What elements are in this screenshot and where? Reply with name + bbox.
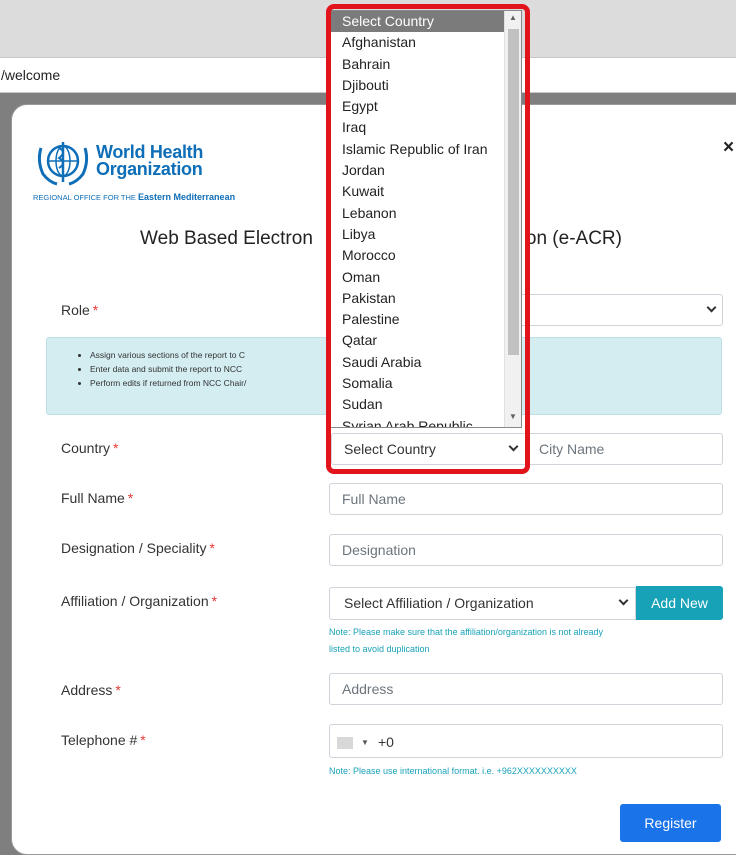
country-option[interactable]: Jordan bbox=[331, 160, 521, 181]
country-select[interactable]: Select Country bbox=[331, 433, 527, 465]
country-option[interactable]: Palestine bbox=[331, 309, 521, 330]
add-new-button[interactable]: Add New bbox=[636, 586, 723, 620]
register-button[interactable]: Register bbox=[620, 804, 721, 842]
chevron-down-icon bbox=[508, 441, 519, 452]
info-item: Assign various sections of the report to… bbox=[90, 348, 246, 362]
designation-label: Designation / Speciality * bbox=[61, 540, 215, 556]
affiliation-note: Note: Please make sure that the affiliat… bbox=[329, 624, 603, 658]
country-option[interactable]: Syrian Arab Republic bbox=[331, 416, 521, 427]
address-label: Address * bbox=[61, 682, 121, 698]
affiliation-note-line: Note: Please make sure that the affiliat… bbox=[329, 627, 603, 637]
country-option[interactable]: Islamic Republic of Iran bbox=[331, 139, 521, 160]
telephone-note: Note: Please use international format. i… bbox=[329, 766, 577, 776]
logo-region-line: REGIONAL OFFICE FOR THE Eastern Mediterr… bbox=[33, 192, 235, 202]
fullname-label: Full Name * bbox=[61, 490, 134, 506]
scroll-thumb[interactable] bbox=[508, 29, 519, 355]
page-title-left: Web Based Electron bbox=[140, 228, 313, 249]
country-label: Country * bbox=[61, 440, 119, 456]
affiliation-select[interactable]: Select Affiliation / Organization bbox=[329, 587, 636, 620]
country-option[interactable]: Libya bbox=[331, 224, 521, 245]
country-flag-icon[interactable] bbox=[337, 737, 353, 749]
caret-down-icon[interactable]: ▼ bbox=[361, 738, 369, 747]
role-label: Role * bbox=[61, 302, 99, 318]
logo-text-organization: Organization bbox=[96, 159, 203, 179]
country-option[interactable]: Bahrain bbox=[331, 54, 521, 75]
city-placeholder: City Name bbox=[539, 441, 605, 457]
dropdown-scrollbar[interactable]: ▲ ▼ bbox=[504, 11, 521, 427]
address-bar-url: /welcome bbox=[1, 67, 61, 83]
country-option[interactable]: Select Country bbox=[331, 11, 521, 33]
country-option[interactable]: Lebanon bbox=[331, 203, 521, 224]
chevron-down-icon bbox=[618, 595, 629, 606]
scroll-down-icon[interactable]: ▼ bbox=[509, 412, 517, 421]
logo-region-prefix: REGIONAL OFFICE FOR THE bbox=[33, 193, 136, 202]
designation-placeholder: Designation bbox=[342, 542, 416, 558]
country-option[interactable]: Morocco bbox=[331, 245, 521, 266]
fullname-input[interactable]: Full Name bbox=[329, 483, 723, 515]
country-option[interactable]: Afghanistan bbox=[331, 32, 521, 53]
country-option[interactable]: Sudan bbox=[331, 394, 521, 415]
affiliation-label: Affiliation / Organization * bbox=[61, 593, 218, 609]
country-select-value: Select Country bbox=[344, 441, 436, 457]
close-icon[interactable]: × bbox=[723, 137, 734, 159]
country-option[interactable]: Oman bbox=[331, 267, 521, 288]
info-item: Enter data and submit the report to NCC bbox=[90, 362, 246, 376]
city-input[interactable]: City Name bbox=[527, 433, 723, 465]
designation-input[interactable]: Designation bbox=[329, 534, 723, 566]
country-option[interactable]: Iraq bbox=[331, 117, 521, 138]
info-item: Perform edits if returned from NCC Chair… bbox=[90, 376, 246, 390]
country-option[interactable]: Kuwait bbox=[331, 181, 521, 202]
chevron-down-icon bbox=[706, 302, 717, 313]
telephone-label: Telephone # * bbox=[61, 732, 146, 748]
affiliation-select-value: Select Affiliation / Organization bbox=[344, 595, 534, 611]
country-option[interactable]: Djibouti bbox=[331, 75, 521, 96]
page-title-right: on (e-ACR) bbox=[525, 228, 622, 249]
affiliation-note-line: listed to avoid duplication bbox=[329, 644, 430, 654]
country-dropdown-list[interactable]: Select Country Afghanistan Bahrain Djibouti… bbox=[330, 10, 522, 428]
who-emblem-icon bbox=[37, 142, 89, 186]
who-logo: World Health Organization REGIONAL OFFIC… bbox=[33, 136, 235, 204]
address-placeholder: Address bbox=[342, 681, 394, 697]
telephone-code: +0 bbox=[378, 734, 394, 750]
country-option[interactable]: Saudi Arabia bbox=[331, 352, 521, 373]
country-option[interactable]: Somalia bbox=[331, 373, 521, 394]
address-input[interactable]: Address bbox=[329, 673, 723, 705]
fullname-placeholder: Full Name bbox=[342, 491, 406, 507]
country-option[interactable]: Qatar bbox=[331, 330, 521, 351]
country-option[interactable]: Pakistan bbox=[331, 288, 521, 309]
country-option[interactable]: Egypt bbox=[331, 96, 521, 117]
scroll-up-icon[interactable]: ▲ bbox=[509, 13, 517, 22]
logo-region-name: Eastern Mediterranean bbox=[138, 192, 236, 202]
